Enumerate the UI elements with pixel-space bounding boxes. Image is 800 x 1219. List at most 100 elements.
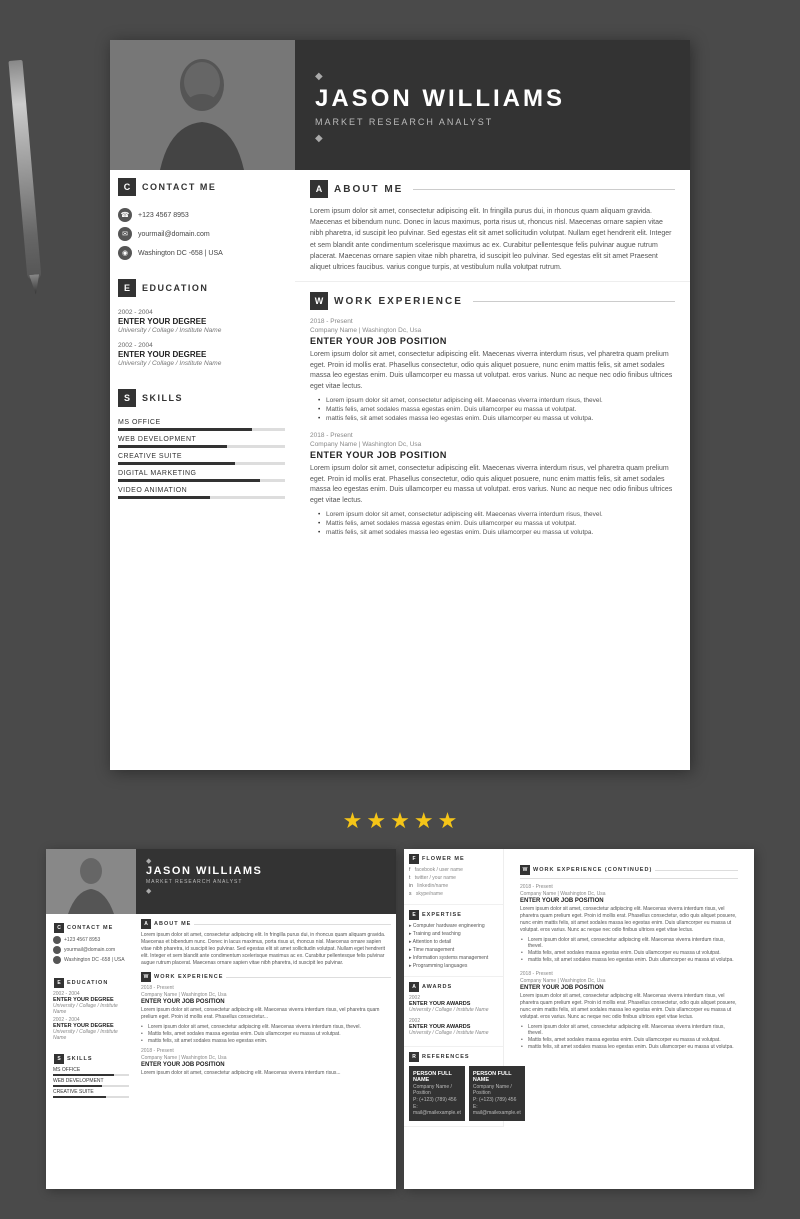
- resume-paper: C CONTACT ME ☎ +123 4567 8953 ✉ yourmail…: [110, 40, 690, 770]
- mini-skill-1: MS OFFICE: [53, 1067, 129, 1076]
- wec-bullet-1c: mattis felis, sit amet sodales massa leo…: [528, 957, 738, 963]
- sk-label: skype/name: [416, 891, 443, 897]
- skill-item-3: CREATIVE SUITE: [118, 453, 285, 465]
- mini-edu-1: 2002 - 2004 ENTER YOUR DEGREE University…: [53, 991, 129, 1015]
- mini-sidebar: C CONTACT ME +123 4567 8953 yourmail@dom…: [46, 849, 136, 1103]
- ref-name-1: PERSON FULL NAME: [413, 1071, 461, 1083]
- mini-skills-letter: S: [54, 1054, 64, 1064]
- wec-letter: W: [520, 865, 530, 875]
- skill-item-2: WEB DEVELOPMENT: [118, 436, 285, 448]
- wec-job-desc-2: Lorem ipsum dolor sit amet, consectetur …: [520, 993, 738, 1021]
- awards-letter: A: [409, 982, 419, 992]
- bottom-right-page: F FLOWER ME f facebook / user name t twi…: [404, 849, 754, 1189]
- jobs-list: 2018 - Present Company Name | Washington…: [310, 318, 675, 536]
- edu-school-1: University / Collage / Institute Name: [118, 327, 285, 334]
- skill-name-3: CREATIVE SUITE: [118, 453, 285, 460]
- about-section: A ABOUT ME Lorem ipsum dolor sit amet, c…: [295, 170, 690, 282]
- mini-skill-bar-3: [53, 1096, 129, 1098]
- wec-title: WORK EXPERIENCE (CONTINUED): [533, 867, 652, 873]
- flower-me-section: F FLOWER ME f facebook / user name t twi…: [404, 849, 503, 905]
- wec-bullet-1a: Lorem ipsum dolor sit amet, consectetur …: [528, 937, 738, 949]
- exp-3: ▸ Attention to detail: [409, 939, 498, 945]
- contact-section: C CONTACT ME ☎ +123 4567 8953 ✉ yourmail…: [110, 170, 295, 271]
- references-title: REFERENCES: [422, 1054, 470, 1060]
- ref-detail-1c: E: mail@mailexample.et: [413, 1104, 461, 1116]
- skill-name-5: VIDEO ANIMATION: [118, 487, 285, 494]
- mini-bullet-2: Mattis felis, amet sodales massa egestas…: [148, 1031, 391, 1037]
- awards-title: AWARDS: [422, 984, 452, 990]
- skills-title: SKILLS: [142, 393, 183, 403]
- mini-diamond-2: ◆: [146, 887, 386, 895]
- mini-about-line: [194, 924, 391, 925]
- expertise-title: EXPERTISE: [422, 912, 462, 918]
- li-item: in linkedin/name: [409, 883, 498, 889]
- wec-job-title-2: ENTER YOUR JOB POSITION: [520, 985, 738, 991]
- exp-4: ▸ Time management: [409, 947, 498, 953]
- mini-header: ◆ JASON WILLIAMS MARKET RESEARCH ANALYST…: [136, 849, 396, 914]
- job-title-1: ENTER YOUR JOB POSITION: [310, 336, 675, 346]
- awards-header: A AWARDS: [409, 982, 498, 992]
- diamond-top: ◆: [315, 71, 670, 82]
- mini-job-company-2: Company Name | Washington Dc, Usa: [141, 1055, 391, 1061]
- skills-header: S SKILLS: [118, 389, 285, 411]
- tw-label: twitter / your name: [415, 875, 456, 881]
- right-bottom: F FLOWER ME f facebook / user name t twi…: [404, 849, 754, 1127]
- education-section: E Education 2002 - 2004 ENTER YOUR DEGRE…: [110, 271, 295, 381]
- email-item: ✉ yourmail@domain.com: [118, 227, 285, 241]
- edu-degree-1: ENTER YOUR DEGREE: [118, 317, 285, 326]
- work-exp-continued: W WORK EXPERIENCE (CONTINUED) 2018 - Pre…: [512, 857, 746, 1059]
- flower-me-letter: F: [409, 854, 419, 864]
- mini-skill-fill-3: [53, 1096, 106, 1098]
- flower-me-title: FLOWER ME: [422, 856, 465, 862]
- mini-skills-header: S SKILLS: [54, 1054, 128, 1064]
- mini-skill-name-2: WEB DEVELOPMENT: [53, 1078, 129, 1084]
- star-5: ★: [438, 808, 458, 834]
- main-content: ◆ JASON WILLIAMS MARKET RESEARCH ANALYST…: [295, 40, 690, 770]
- star-3: ★: [390, 808, 410, 834]
- job-item-1: 2018 - Present Company Name | Washington…: [310, 318, 675, 422]
- mini-about-section: A ABOUT ME Lorem ipsum dolor sit amet, c…: [136, 919, 396, 967]
- mini-job-meta-1: 2018 - Present: [141, 985, 391, 991]
- mini-job-position-1: ENTER YOUR JOB POSITION: [141, 999, 391, 1005]
- awards-section: A AWARDS 2002 ENTER YOUR AWARDS Universi…: [404, 977, 503, 1047]
- skill-fill-4: [118, 479, 260, 482]
- stars-section: ★ ★ ★ ★ ★: [0, 790, 800, 849]
- references-letter: R: [409, 1052, 419, 1062]
- mini-skills-section: S SKILLS MS OFFICE WEB DEVELOPMENT: [46, 1046, 136, 1103]
- wec-job-company-1: Company Name | Washington Dc, Usa: [520, 891, 738, 897]
- mini-location-text: Washington DC -658 | USA: [64, 957, 125, 963]
- mini-skill-bar-2: [53, 1085, 129, 1087]
- education-letter: E: [118, 279, 136, 297]
- job-bullets-1: Lorem ipsum dolor sit amet, consectetur …: [310, 397, 675, 422]
- skill-fill-2: [118, 445, 227, 448]
- email-icon: ✉: [118, 227, 132, 241]
- skill-bar-3: [118, 462, 285, 465]
- mini-skill-2: WEB DEVELOPMENT: [53, 1078, 129, 1087]
- ref-grid: PERSON FULL NAME Company Name / Position…: [409, 1066, 498, 1121]
- wec-job-1: 2018 - Present Company Name | Washington…: [520, 884, 738, 963]
- contact-title: CONTACT ME: [142, 182, 216, 192]
- edu-school-2: University / Collage / Institute Name: [118, 360, 285, 367]
- ref-detail-1a: Company Name / Position: [413, 1084, 461, 1096]
- mini-name: JASON WILLIAMS: [146, 865, 386, 877]
- about-title: ABOUT ME: [334, 184, 403, 195]
- job-meta-2: 2018 - Present: [310, 432, 675, 439]
- job-desc-1: Lorem ipsum dolor sit amet, consectetur …: [310, 350, 675, 392]
- mini-phone-icon: [53, 936, 61, 944]
- phone-item: ☎ +123 4567 8953: [118, 208, 285, 222]
- award-2: 2002 ENTER YOUR AWARDS University / Coll…: [409, 1018, 498, 1036]
- about-letter: A: [310, 180, 328, 198]
- education-header: E Education: [118, 279, 285, 301]
- skills-section: S SKILLS MS OFFICE WEB DEVELOPMENT CREAT…: [110, 381, 295, 510]
- skill-name-1: MS OFFICE: [118, 419, 285, 426]
- skill-name-4: DIGITAL MARKETING: [118, 470, 285, 477]
- job-company-1: Company Name | Washington Dc, Usa: [310, 327, 675, 334]
- work-header: W WORK EXPERIENCE: [310, 292, 675, 310]
- bullet: Mattis felis, amet sodales massa egestas…: [318, 520, 675, 527]
- resume-header: ◆ JASON WILLIAMS MARKET RESEARCH ANALYST…: [295, 40, 690, 170]
- expertise-letter: E: [409, 910, 419, 920]
- wec-job-desc-1: Lorem ipsum dolor sit amet, consectetur …: [520, 906, 738, 934]
- location-item: ◉ Washington DC -658 | USA: [118, 246, 285, 260]
- mini-contact-letter: C: [54, 923, 64, 933]
- exp-1: ▸ Computer hardware engineering: [409, 923, 498, 929]
